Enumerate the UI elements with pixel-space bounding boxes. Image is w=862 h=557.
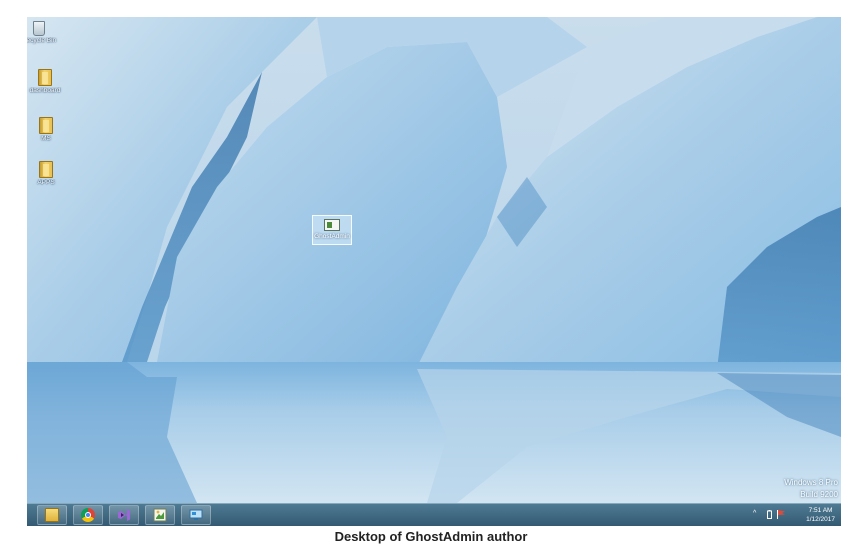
desktop-icon-ghostadmin[interactable]: GhostAdmin [312, 215, 352, 245]
ghostadmin-app-icon [324, 219, 340, 231]
desktop-icon-label: Recycle Bin [27, 37, 57, 44]
desktop-icon-label: dashboard [29, 87, 61, 94]
folder-icon [38, 69, 52, 86]
battery-icon[interactable] [767, 510, 772, 522]
desktop-icon-ms-folder[interactable]: MS [27, 117, 65, 143]
desktop-icon-dashboard-folder[interactable]: dashboard [27, 69, 64, 95]
desktop-screen: Recycle Bin dashboard MS APPS GhostAdmin… [27, 17, 841, 526]
clock-date: 1/12/2017 [806, 516, 835, 523]
recycle-bin-icon [33, 21, 45, 36]
glacier-wallpaper [27, 17, 841, 503]
watermark-edition: Windows 8 Pro [784, 478, 838, 487]
desktop-icon-recycle-bin[interactable]: Recycle Bin [27, 21, 58, 45]
taskbar-file-explorer-button[interactable] [37, 505, 67, 525]
desktop-icon-label: MS [41, 135, 51, 142]
taskbar-paint-button[interactable] [145, 505, 175, 525]
figure-caption: Desktop of GhostAdmin author [334, 529, 528, 544]
desktop-icon-label: GhostAdmin [314, 233, 350, 240]
remote-desktop-icon [189, 508, 203, 522]
folder-icon [39, 117, 53, 134]
clock[interactable]: 7:51 AM 1/12/2017 [806, 506, 835, 524]
taskbar: ^ 7:51 AM 1/12/2017 [27, 503, 841, 526]
taskbar-visual-studio-button[interactable] [109, 505, 139, 525]
folder-icon [39, 161, 53, 178]
desktop-icon-apps-folder[interactable]: APPS [27, 161, 65, 187]
taskbar-remote-desktop-button[interactable] [181, 505, 211, 525]
show-hidden-icons-chevron-icon[interactable]: ^ [753, 510, 756, 518]
visual-studio-icon [117, 508, 131, 522]
system-tray: ^ 7:51 AM 1/12/2017 [751, 504, 841, 526]
clock-time: 7:51 AM [808, 507, 833, 514]
paint-icon [153, 508, 167, 522]
watermark-build: Build 9200 [800, 490, 838, 499]
windows-build-watermark: Windows 8 Pro Build 9200 [784, 477, 838, 501]
folder-icon [45, 508, 59, 522]
taskbar-chrome-button[interactable] [73, 505, 103, 525]
desktop-icon-label: APPS [37, 179, 55, 186]
chrome-icon [81, 508, 95, 522]
action-center-flag-icon[interactable] [777, 510, 785, 522]
